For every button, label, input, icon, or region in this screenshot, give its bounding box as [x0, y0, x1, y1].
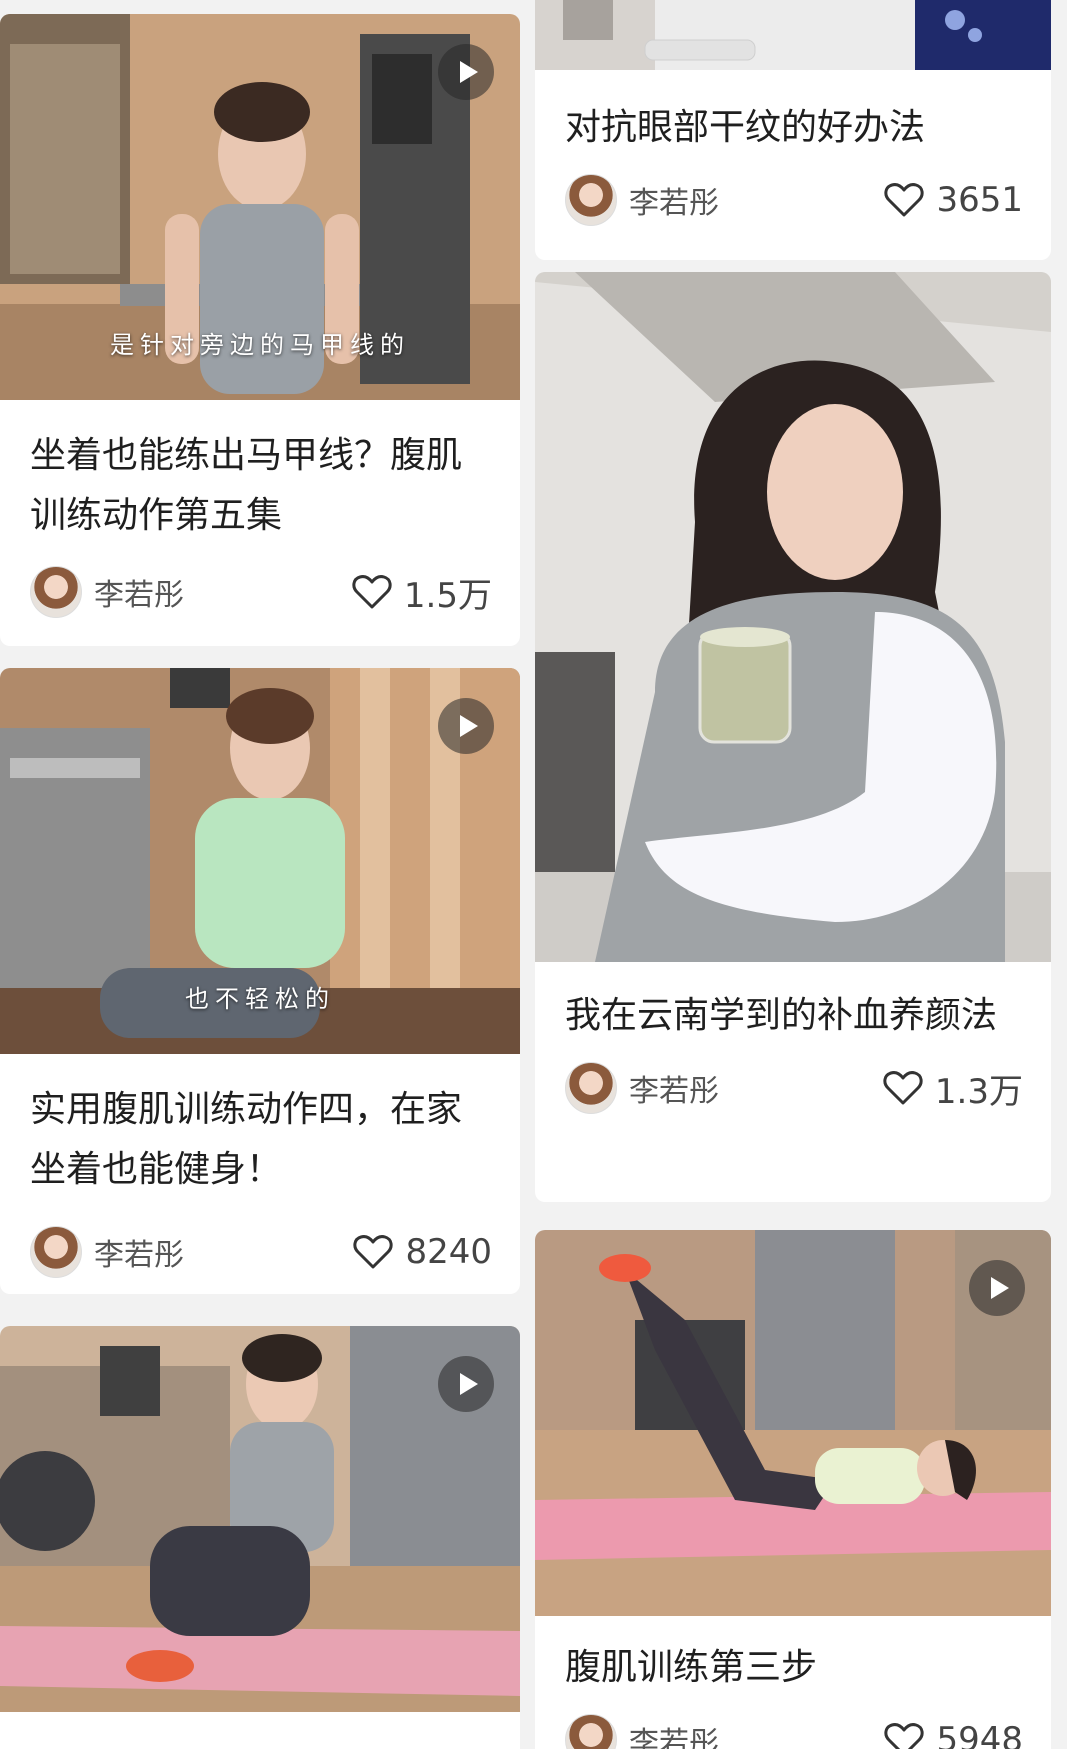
like-count: 5948: [936, 1720, 1023, 1749]
heart-outline-icon: [883, 1071, 923, 1105]
play-icon[interactable]: [438, 44, 494, 100]
like-button[interactable]: 1.3万: [883, 1064, 1023, 1113]
video-thumbnail[interactable]: [0, 1326, 520, 1712]
note-meta: 李若彤 1.3万: [535, 1060, 1051, 1116]
note-feed: 是针对旁边的马甲线的 坐着也能练出马甲线？腹肌训练动作第五集 李若彤 1.5万: [0, 0, 1067, 1749]
note-card[interactable]: 是针对旁边的马甲线的 坐着也能练出马甲线？腹肌训练动作第五集 李若彤 1.5万: [0, 14, 520, 646]
heart-outline-icon: [352, 575, 392, 609]
video-thumbnail[interactable]: 是针对旁边的马甲线的: [0, 14, 520, 400]
note-meta: 李若彤 3651: [535, 172, 1051, 228]
note-card[interactable]: 腹肌训练第三步 李若彤 5948: [535, 1230, 1051, 1749]
note-title[interactable]: 对抗眼部干纹的好办法: [535, 70, 1051, 158]
like-button[interactable]: 1.5万: [352, 568, 492, 617]
play-icon[interactable]: [969, 1260, 1025, 1316]
author-name[interactable]: 李若彤: [629, 178, 884, 222]
heart-outline-icon: [884, 183, 925, 217]
heart-outline-icon: [884, 1723, 925, 1749]
avatar[interactable]: [30, 1226, 82, 1278]
note-title[interactable]: 坐着也能练出马甲线？腹肌训练动作第五集: [0, 400, 520, 546]
note-card[interactable]: 对抗眼部干纹的好办法 李若彤 3651: [535, 0, 1051, 260]
avatar[interactable]: [565, 1714, 617, 1749]
author-name[interactable]: 李若彤: [629, 1718, 884, 1749]
image-thumbnail[interactable]: [535, 272, 1051, 962]
video-caption: 是针对旁边的马甲线的: [110, 331, 410, 359]
author-name[interactable]: 李若彤: [94, 1230, 353, 1274]
heart-outline-icon: [353, 1235, 394, 1269]
note-card[interactable]: 我在云南学到的补血养颜法 李若彤 1.3万: [535, 272, 1051, 1202]
author-name[interactable]: 李若彤: [629, 1066, 883, 1110]
like-button[interactable]: 8240: [353, 1232, 492, 1272]
note-meta: 李若彤 1.5万: [0, 564, 520, 620]
note-title[interactable]: 腹肌训练第三步: [535, 1616, 1051, 1698]
image-thumbnail[interactable]: [535, 0, 1051, 70]
like-button[interactable]: 5948: [884, 1720, 1023, 1749]
avatar[interactable]: [565, 174, 617, 226]
note-card[interactable]: [0, 1326, 520, 1749]
avatar[interactable]: [565, 1062, 617, 1114]
video-thumbnail[interactable]: 也不轻松的: [0, 668, 520, 1054]
play-icon[interactable]: [438, 698, 494, 754]
video-caption: 也不轻松的: [185, 985, 335, 1013]
like-button[interactable]: 3651: [884, 180, 1023, 220]
note-title[interactable]: 实用腹肌训练动作四，在家坐着也能健身！: [0, 1054, 520, 1200]
note-meta: 李若彤 8240: [0, 1224, 520, 1280]
play-icon[interactable]: [438, 1356, 494, 1412]
note-meta: 李若彤 5948: [535, 1712, 1051, 1749]
cosmetics-image: [535, 0, 1051, 70]
like-count: 1.3万: [934, 1071, 1023, 1112]
note-card[interactable]: 也不轻松的 实用腹肌训练动作四，在家坐着也能健身！ 李若彤 8240: [0, 668, 520, 1294]
avatar[interactable]: [30, 566, 82, 618]
author-name[interactable]: 李若彤: [94, 570, 352, 614]
like-count: 8240: [405, 1232, 492, 1272]
kitchen-photo: [535, 272, 1051, 962]
video-thumbnail[interactable]: [535, 1230, 1051, 1616]
note-title[interactable]: 我在云南学到的补血养颜法: [535, 962, 1051, 1046]
like-count: 1.5万: [403, 575, 492, 616]
like-count: 3651: [936, 180, 1023, 220]
